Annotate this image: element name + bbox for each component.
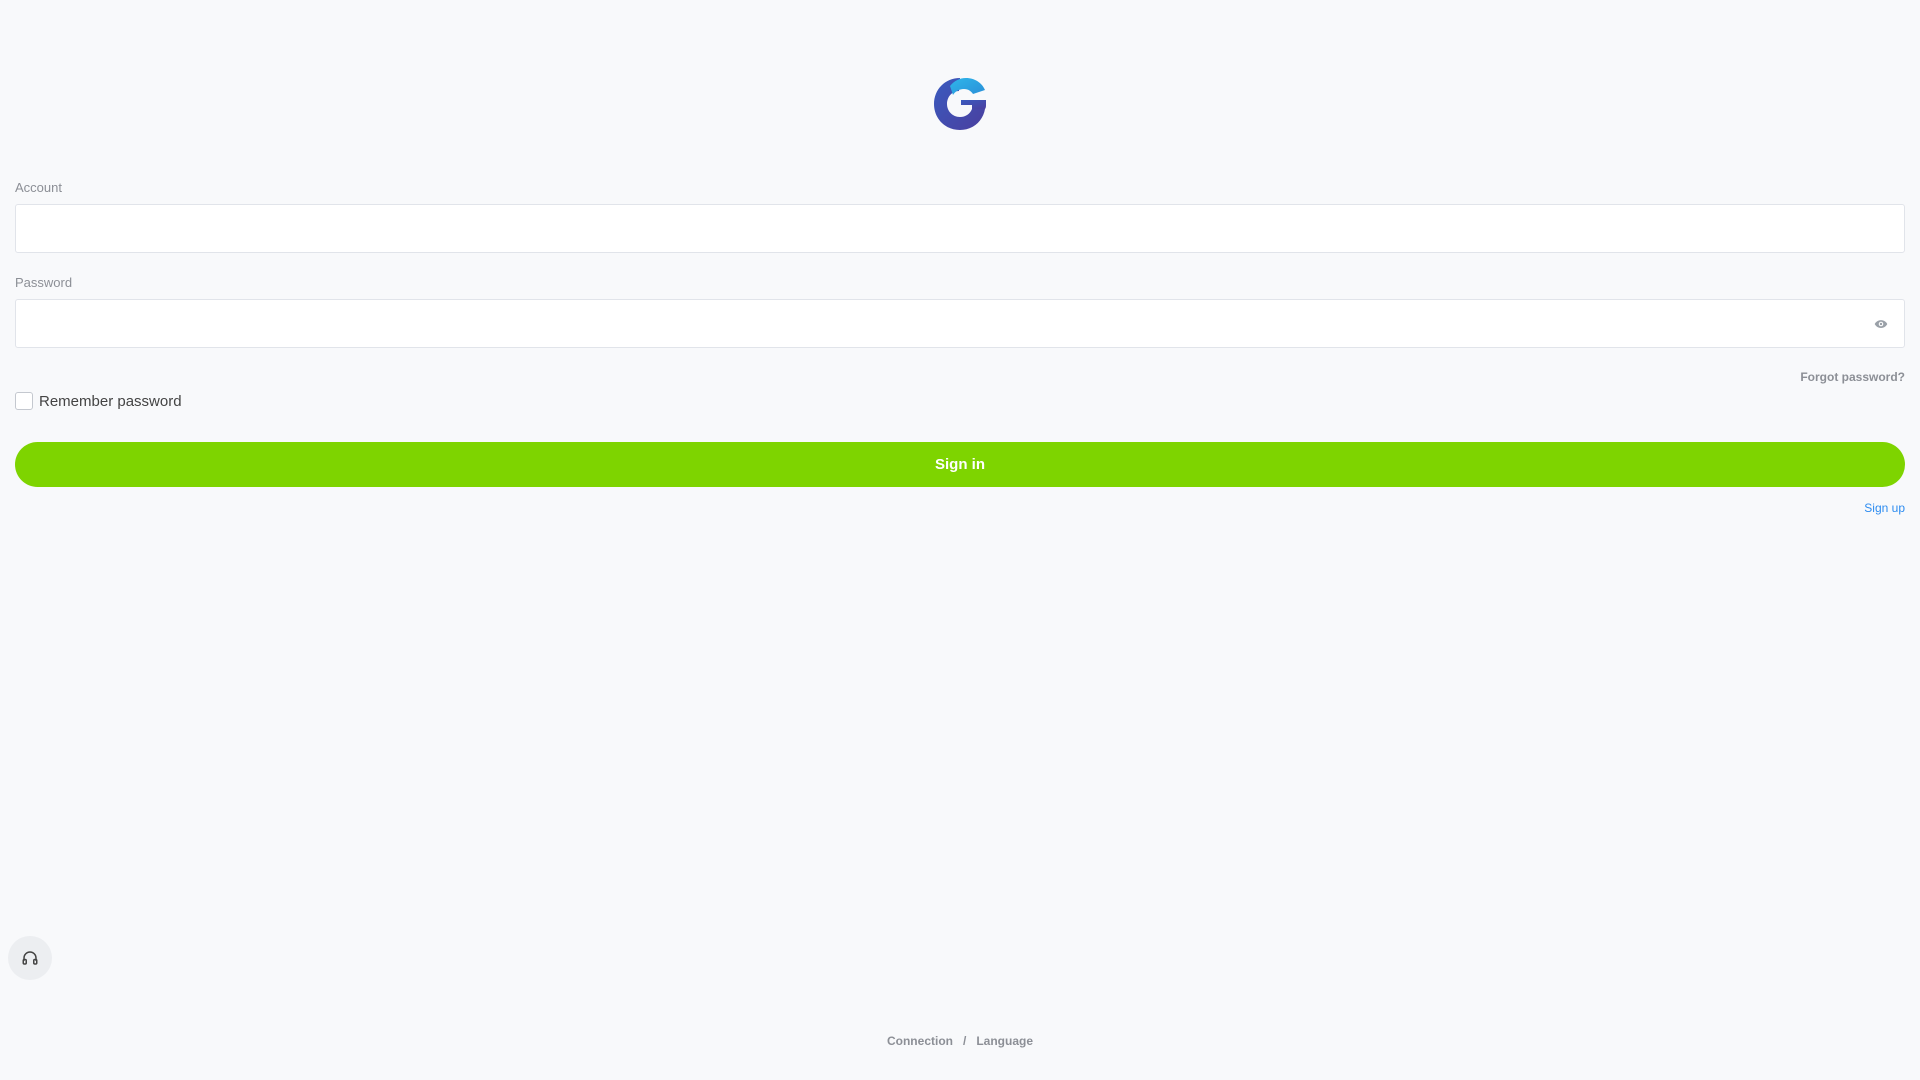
forgot-password-link[interactable]: Forgot password? [1800, 370, 1905, 384]
footer-separator: / [962, 1034, 967, 1048]
show-password-eye-icon[interactable] [1870, 313, 1892, 335]
footer: Connection / Language [0, 1034, 1920, 1048]
sign-up-row: Sign up [15, 499, 1905, 523]
account-input[interactable] [16, 205, 1904, 252]
sign-up-link[interactable]: Sign up [1864, 501, 1905, 515]
connection-link[interactable]: Connection [887, 1034, 953, 1048]
language-link[interactable]: Language [976, 1034, 1033, 1048]
remember-password-toggle[interactable]: Remember password [15, 392, 182, 410]
remember-password-checkbox[interactable] [15, 392, 33, 410]
remember-password-label: Remember password [39, 392, 182, 410]
password-field-wrapper [15, 299, 1905, 348]
customer-support-button[interactable] [8, 936, 52, 980]
login-options-row: Forgot password? Remember password [15, 362, 1905, 418]
password-input[interactable] [16, 300, 1904, 347]
login-form: Account Password Forgot password? Rememb… [15, 178, 1905, 523]
login-page: Account Password Forgot password? Rememb… [0, 0, 1920, 1080]
headset-icon [21, 949, 39, 967]
account-label: Account [15, 180, 62, 195]
sign-in-button[interactable]: Sign in [15, 442, 1905, 487]
password-label: Password [15, 275, 73, 290]
brand-logo-icon [920, 64, 1000, 144]
account-field-wrapper [15, 204, 1905, 253]
